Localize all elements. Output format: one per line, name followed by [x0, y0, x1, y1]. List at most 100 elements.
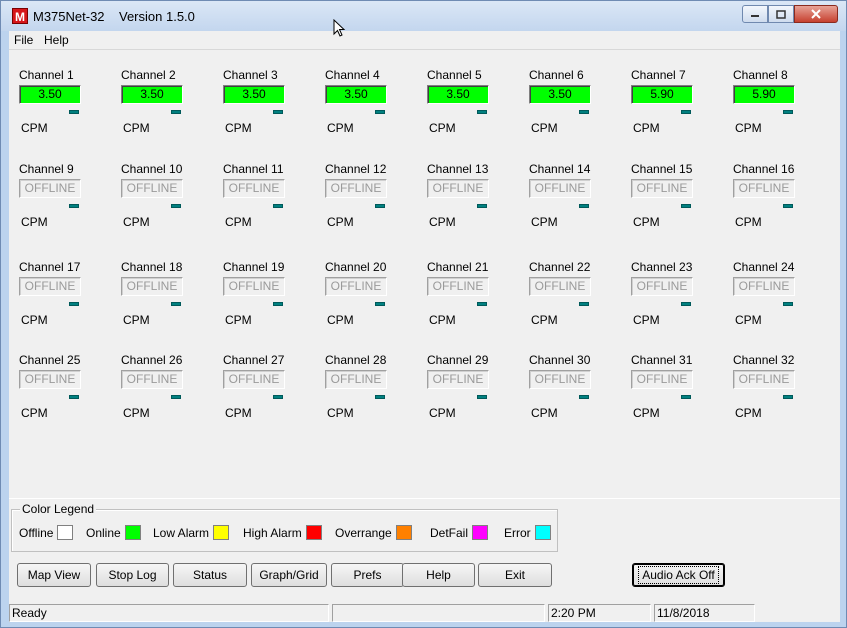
channel-value[interactable]: OFFLINE: [325, 277, 387, 296]
channel-value[interactable]: OFFLINE: [325, 179, 387, 198]
channel-21: Channel 21 OFFLINE CPM: [427, 260, 517, 340]
map-view-button[interactable]: Map View: [17, 563, 91, 587]
channel-label: Channel 5: [427, 68, 482, 82]
channel-unit: CPM: [21, 313, 48, 327]
channel-led-indicator: [69, 395, 79, 399]
channel-led-indicator: [273, 395, 283, 399]
channel-value[interactable]: OFFLINE: [631, 179, 693, 198]
channel-value[interactable]: OFFLINE: [223, 277, 285, 296]
close-button[interactable]: [794, 5, 838, 23]
channel-value[interactable]: OFFLINE: [121, 179, 183, 198]
stop-log-button[interactable]: Stop Log: [96, 563, 169, 587]
channel-value[interactable]: 5.90: [733, 85, 795, 104]
channel-unit: CPM: [123, 406, 150, 420]
channel-unit: CPM: [633, 313, 660, 327]
channel-value[interactable]: OFFLINE: [19, 370, 81, 389]
channel-value[interactable]: OFFLINE: [529, 179, 591, 198]
channel-value[interactable]: OFFLINE: [19, 179, 81, 198]
legend-label: DetFail: [430, 525, 469, 540]
help-button[interactable]: Help: [402, 563, 475, 587]
legend-label: Offline: [19, 525, 54, 540]
channel-1: Channel 1 3.50 CPM: [19, 68, 109, 148]
channel-unit: CPM: [21, 406, 48, 420]
channel-value[interactable]: 3.50: [223, 85, 285, 104]
channel-led-indicator: [273, 110, 283, 114]
graph-grid-button[interactable]: Graph/Grid: [251, 563, 327, 587]
legend-swatch: [395, 525, 412, 540]
menu-file[interactable]: File: [14, 33, 33, 47]
channel-value[interactable]: 5.90: [631, 85, 693, 104]
channel-led-indicator: [171, 110, 181, 114]
channel-unit: CPM: [225, 313, 252, 327]
status-bar: Ready 2:20 PM 11/8/2018: [9, 602, 840, 623]
channel-unit: CPM: [225, 215, 252, 229]
channel-unit: CPM: [633, 215, 660, 229]
maximize-button[interactable]: [768, 5, 794, 23]
app-logo-icon[interactable]: M: [12, 8, 28, 24]
prefs-button[interactable]: Prefs: [331, 563, 404, 587]
channel-label: Channel 17: [19, 260, 81, 274]
channel-22: Channel 22 OFFLINE CPM: [529, 260, 619, 340]
channel-value[interactable]: OFFLINE: [223, 179, 285, 198]
channel-23: Channel 23 OFFLINE CPM: [631, 260, 721, 340]
channel-led-indicator: [69, 302, 79, 306]
channel-led-indicator: [273, 302, 283, 306]
exit-button[interactable]: Exit: [478, 563, 552, 587]
channel-13: Channel 13 OFFLINE CPM: [427, 162, 517, 242]
channel-value[interactable]: OFFLINE: [121, 277, 183, 296]
channel-value[interactable]: OFFLINE: [427, 277, 489, 296]
channel-value[interactable]: 3.50: [529, 85, 591, 104]
channel-14: Channel 14 OFFLINE CPM: [529, 162, 619, 242]
title-bar[interactable]: M M375Net-32 Version 1.5.0: [1, 1, 846, 31]
channel-value[interactable]: OFFLINE: [631, 370, 693, 389]
channel-unit: CPM: [21, 121, 48, 135]
channel-value[interactable]: 3.50: [325, 85, 387, 104]
channel-24: Channel 24 OFFLINE CPM: [733, 260, 823, 340]
channel-led-indicator: [273, 204, 283, 208]
minimize-icon: [751, 15, 759, 17]
channel-label: Channel 10: [121, 162, 183, 176]
menu-help[interactable]: Help: [44, 33, 69, 47]
channel-unit: CPM: [327, 406, 354, 420]
channel-label: Channel 21: [427, 260, 489, 274]
channel-label: Channel 11: [223, 162, 284, 176]
channel-value[interactable]: OFFLINE: [529, 370, 591, 389]
channel-value[interactable]: OFFLINE: [427, 370, 489, 389]
channel-led-indicator: [375, 204, 385, 208]
channel-value[interactable]: OFFLINE: [733, 277, 795, 296]
channel-unit: CPM: [123, 313, 150, 327]
channel-value[interactable]: OFFLINE: [733, 370, 795, 389]
channel-value[interactable]: OFFLINE: [631, 277, 693, 296]
channel-label: Channel 16: [733, 162, 795, 176]
channel-label: Channel 3: [223, 68, 278, 82]
menu-bar: File Help: [9, 31, 840, 49]
channel-value[interactable]: OFFLINE: [529, 277, 591, 296]
legend-item-online: Online: [86, 525, 141, 540]
channel-label: Channel 32: [733, 353, 795, 367]
channel-27: Channel 27 OFFLINE CPM: [223, 353, 313, 433]
window-version: Version 1.5.0: [119, 9, 195, 24]
channel-value[interactable]: OFFLINE: [19, 277, 81, 296]
channel-unit: CPM: [429, 313, 456, 327]
channel-value[interactable]: OFFLINE: [427, 179, 489, 198]
audio-ack-button[interactable]: Audio Ack Off: [632, 563, 725, 587]
channel-value[interactable]: OFFLINE: [223, 370, 285, 389]
legend-swatch: [305, 525, 322, 540]
channel-value[interactable]: OFFLINE: [325, 370, 387, 389]
channel-4: Channel 4 3.50 CPM: [325, 68, 415, 148]
channel-unit: CPM: [429, 121, 456, 135]
channel-label: Channel 19: [223, 260, 285, 274]
channel-led-indicator: [579, 395, 589, 399]
channel-value[interactable]: OFFLINE: [121, 370, 183, 389]
channel-value[interactable]: 3.50: [121, 85, 183, 104]
channel-value[interactable]: 3.50: [427, 85, 489, 104]
channel-value[interactable]: OFFLINE: [733, 179, 795, 198]
minimize-button[interactable]: [742, 5, 768, 23]
status-button[interactable]: Status: [173, 563, 247, 587]
legend-swatch: [213, 525, 230, 540]
channel-unit: CPM: [327, 313, 354, 327]
channel-label: Channel 14: [529, 162, 591, 176]
status-time: 2:20 PM: [548, 604, 651, 622]
channel-value[interactable]: 3.50: [19, 85, 81, 104]
channel-26: Channel 26 OFFLINE CPM: [121, 353, 211, 433]
